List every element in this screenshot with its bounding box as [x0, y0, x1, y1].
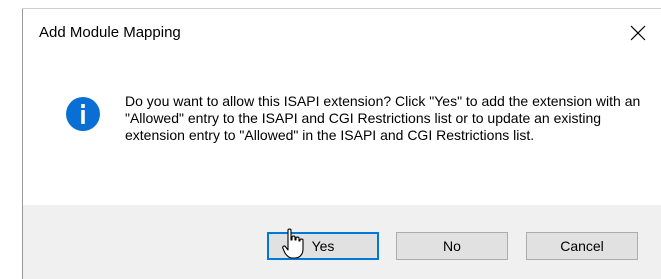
screen: Add Module Mapping Do you want to allow …: [0, 0, 661, 279]
close-icon: [630, 25, 646, 41]
hand-pointer-cursor-icon: [282, 228, 304, 259]
dialog-title: Add Module Mapping: [39, 24, 181, 41]
dialog-button-bar: Yes No Cancel: [23, 205, 661, 279]
cancel-button[interactable]: Cancel: [526, 232, 638, 260]
no-button[interactable]: No: [396, 232, 508, 260]
dialog-titlebar[interactable]: Add Module Mapping: [23, 9, 661, 57]
dialog-message: Do you want to allow this ISAPI extensio…: [125, 93, 641, 143]
close-button[interactable]: [615, 9, 661, 57]
info-icon: [66, 97, 100, 131]
dialog-content: Do you want to allow this ISAPI extensio…: [23, 57, 661, 205]
